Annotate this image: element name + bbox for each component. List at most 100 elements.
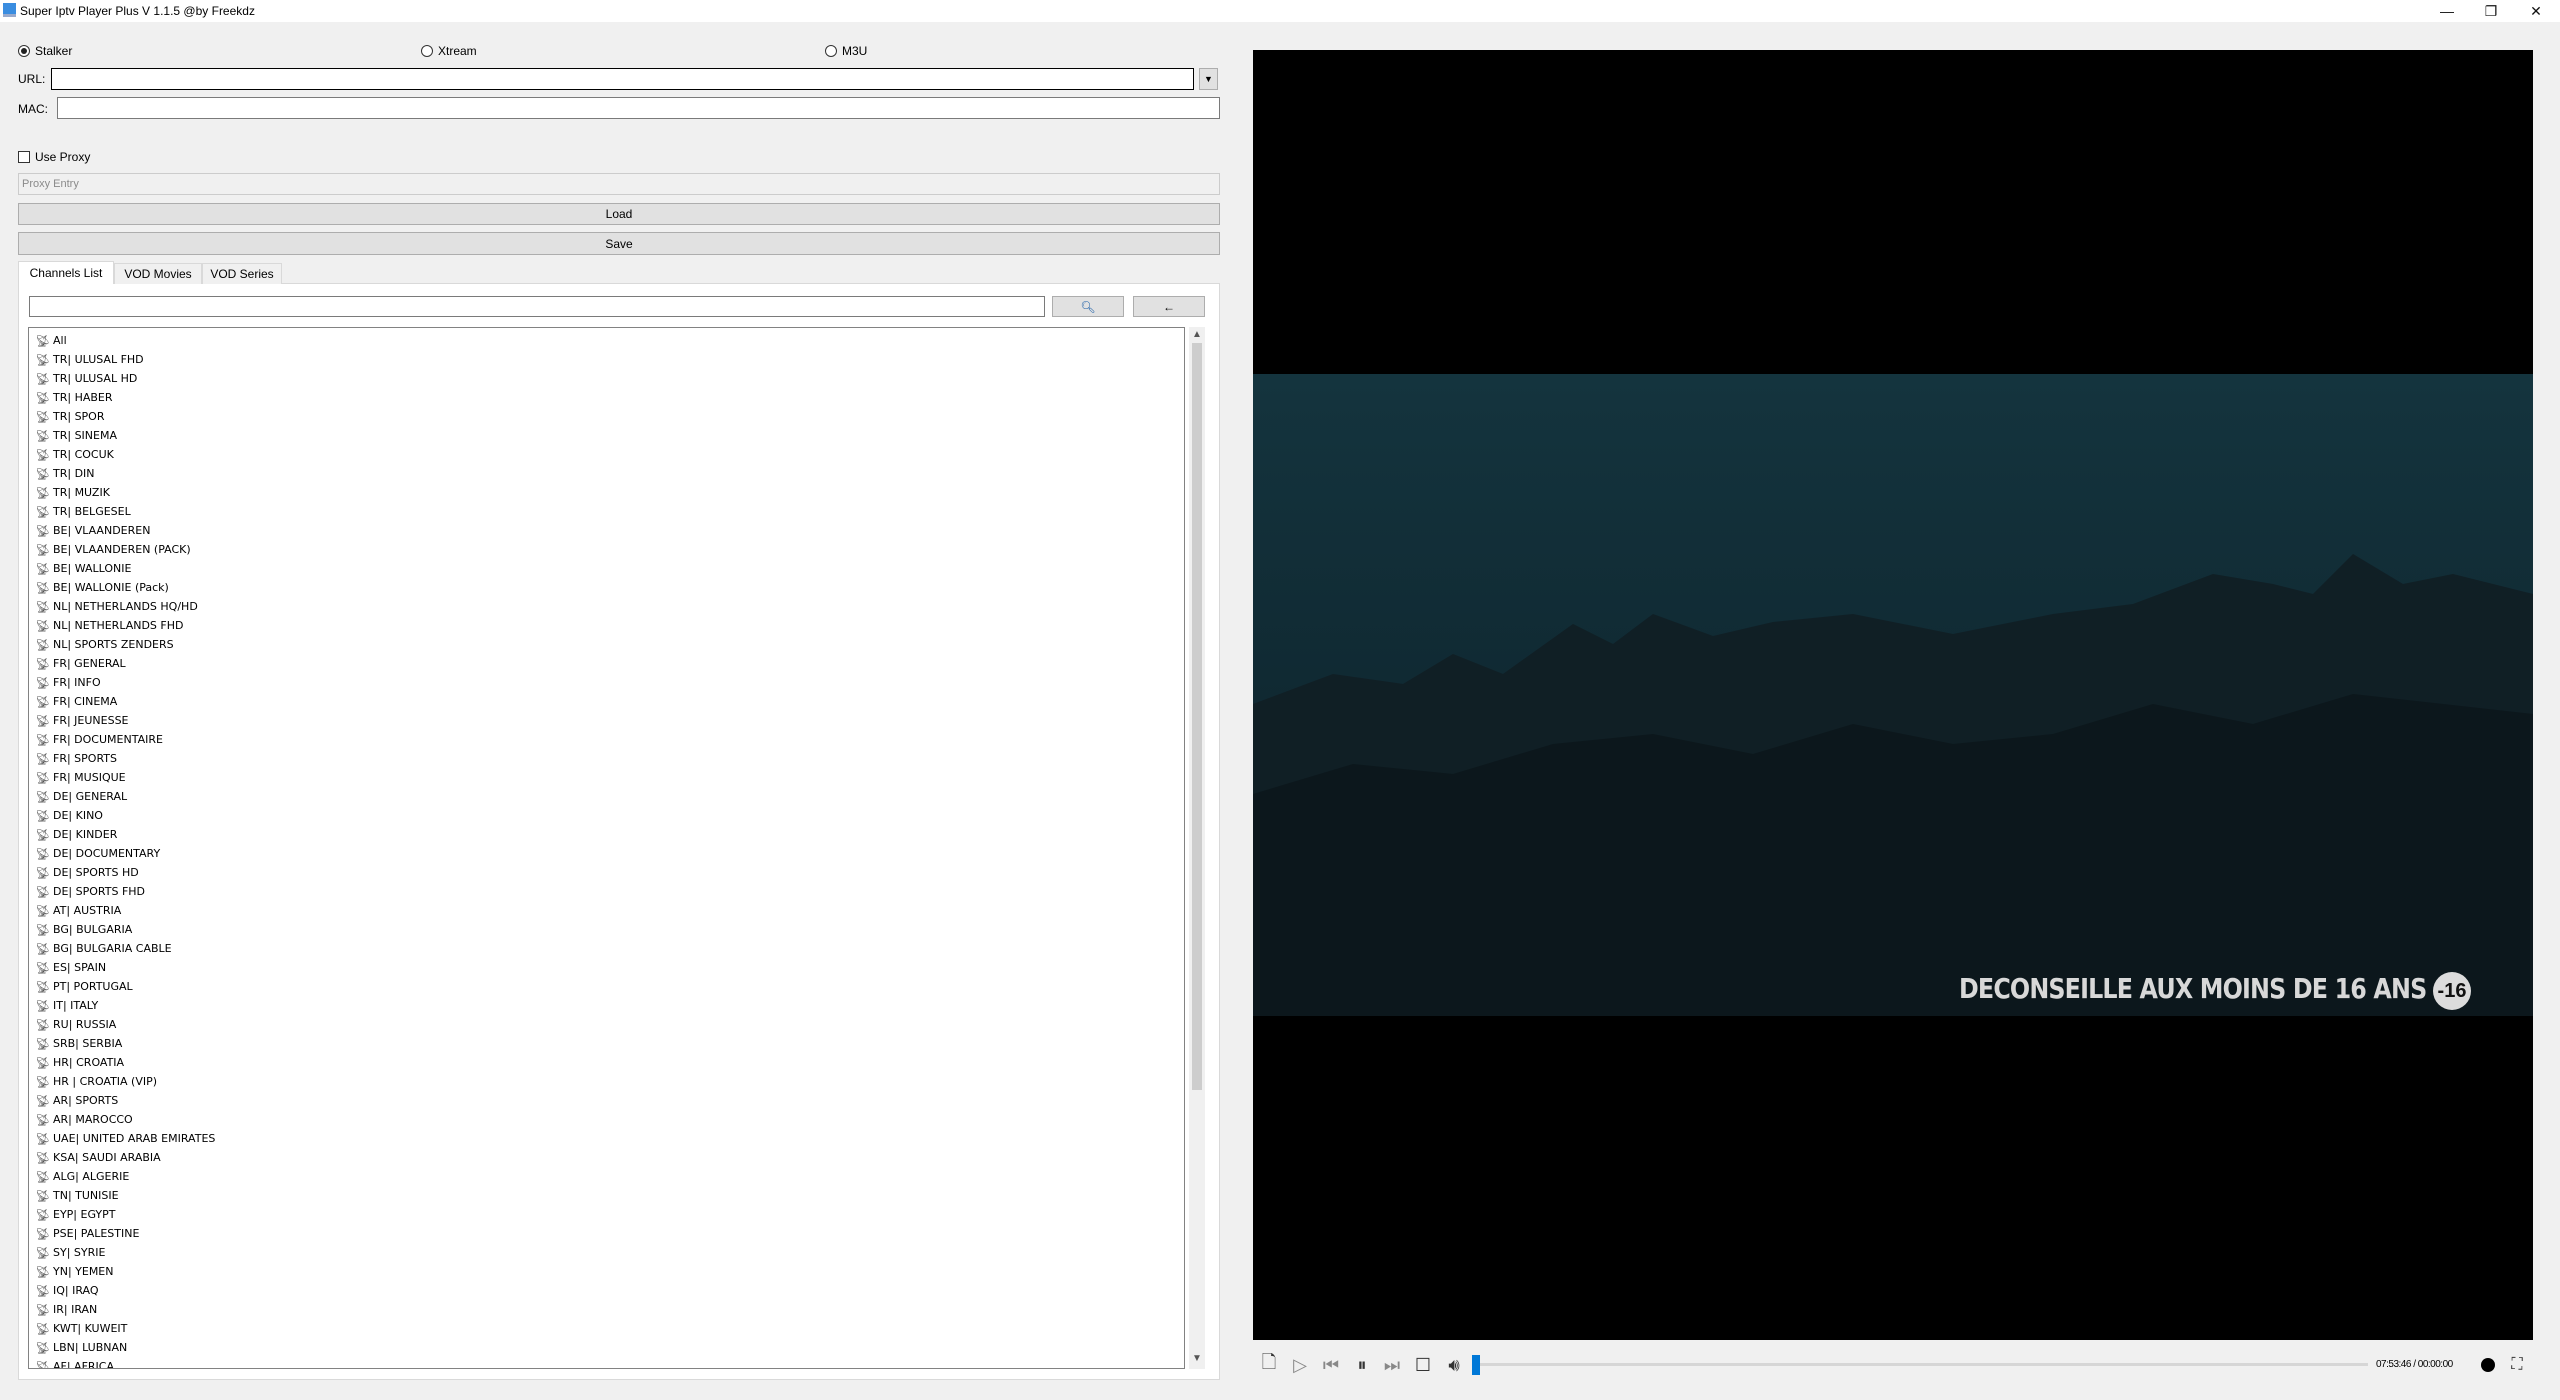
minimize-button[interactable]: — xyxy=(2425,0,2469,22)
channel-group-item[interactable]: 📡︎ EYP| EGYPT xyxy=(29,1205,1184,1224)
channel-group-item[interactable]: 📡︎ FR| INFO xyxy=(29,673,1184,692)
maximize-button[interactable]: ❐ xyxy=(2469,0,2513,22)
tab-vod-movies[interactable]: VOD Movies xyxy=(114,263,202,284)
stop-icon[interactable]: ☐ xyxy=(1412,1354,1434,1376)
previous-icon[interactable]: ⏮︎ xyxy=(1320,1354,1342,1376)
scrollbar-thumb[interactable] xyxy=(1192,343,1202,1090)
channel-group-item[interactable]: 📡︎ TR| HABER xyxy=(29,388,1184,407)
open-file-icon[interactable]: 🗋 xyxy=(1258,1352,1280,1376)
channel-group-label: NL| NETHERLANDS FHD xyxy=(53,619,184,632)
seek-track[interactable] xyxy=(1476,1363,2368,1366)
channel-group-item[interactable]: 📡︎ TN| TUNISIE xyxy=(29,1186,1184,1205)
scroll-up-icon[interactable]: ▲ xyxy=(1192,329,1202,340)
channel-list-scrollbar[interactable]: ▲ ▼ xyxy=(1189,327,1205,1369)
volume-icon[interactable]: 🔊︎ xyxy=(1443,1354,1465,1376)
channel-group-item[interactable]: 📡︎ BE| WALLONIE xyxy=(29,559,1184,578)
channel-list[interactable]: 📡︎ All 📡︎ TR| ULUSAL FHD 📡︎ TR| ULUSAL HD 📡︎ TR… xyxy=(28,327,1185,1369)
pause-icon[interactable]: ⏸︎ xyxy=(1351,1354,1373,1376)
channel-group-item[interactable]: 📡︎ DE| SPORTS FHD xyxy=(29,882,1184,901)
channel-group-item[interactable]: 📡︎ FR| DOCUMENTAIRE xyxy=(29,730,1184,749)
channel-group-item[interactable]: 📡︎ BE| WALLONIE (Pack) xyxy=(29,578,1184,597)
channel-group-item[interactable]: 📡︎ AF| AFRICA xyxy=(29,1357,1184,1369)
channel-group-item[interactable]: 📡︎ TR| SPOR xyxy=(29,407,1184,426)
save-button[interactable]: Save xyxy=(18,232,1220,255)
channel-group-item[interactable]: 📡︎ SRB| SERBIA xyxy=(29,1034,1184,1053)
seek-handle[interactable] xyxy=(1472,1355,1480,1375)
channel-group-item[interactable]: 📡︎ DE| DOCUMENTARY xyxy=(29,844,1184,863)
channel-group-item[interactable]: 📡︎ FR| JEUNESSE xyxy=(29,711,1184,730)
channel-group-label: TR| ULUSAL HD xyxy=(53,372,138,385)
search-button[interactable]: 🔍︎ xyxy=(1052,296,1124,317)
channel-group-item[interactable]: 📡︎ KWT| KUWEIT xyxy=(29,1319,1184,1338)
url-dropdown-button[interactable]: ▼ xyxy=(1199,68,1218,90)
channel-group-label: DE| KINDER xyxy=(53,828,118,841)
radio-m3u[interactable]: M3U xyxy=(825,44,867,58)
channel-group-item[interactable]: 📡︎ YN| YEMEN xyxy=(29,1262,1184,1281)
channel-group-item[interactable]: 📡︎ DE| SPORTS HD xyxy=(29,863,1184,882)
back-button[interactable]: ← xyxy=(1133,296,1205,317)
satellite-dish-icon: 📡︎ xyxy=(35,998,51,1013)
channel-group-item[interactable]: 📡︎ LBN| LUBNAN xyxy=(29,1338,1184,1357)
channel-group-item[interactable]: 📡︎ PSE| PALESTINE xyxy=(29,1224,1184,1243)
rating-badge: -16 xyxy=(2433,972,2471,1010)
video-display[interactable]: DECONSEILLE AUX MOINS DE 16 ANS -16 xyxy=(1253,50,2533,1340)
channel-group-item[interactable]: 📡︎ SY| SYRIE xyxy=(29,1243,1184,1262)
channel-group-label: All xyxy=(53,334,67,347)
mac-input[interactable] xyxy=(57,97,1220,119)
channel-group-item[interactable]: 📡︎ DE| KINDER xyxy=(29,825,1184,844)
channel-group-label: AT| AUSTRIA xyxy=(53,904,122,917)
tab-channels-list[interactable]: Channels List xyxy=(18,261,114,284)
channel-group-item[interactable]: 📡︎ All xyxy=(29,331,1184,350)
channel-group-item[interactable]: 📡︎ TR| ULUSAL HD xyxy=(29,369,1184,388)
channel-group-item[interactable]: 📡︎ ES| SPAIN xyxy=(29,958,1184,977)
channel-group-item[interactable]: 📡︎ AT| AUSTRIA xyxy=(29,901,1184,920)
channel-group-item[interactable]: 📡︎ FR| GENERAL xyxy=(29,654,1184,673)
record-icon[interactable] xyxy=(2481,1358,2495,1372)
channel-search-input[interactable] xyxy=(29,296,1045,317)
channel-group-item[interactable]: 📡︎ NL| NETHERLANDS FHD xyxy=(29,616,1184,635)
channel-group-item[interactable]: 📡︎ DE| KINO xyxy=(29,806,1184,825)
radio-stalker[interactable]: Stalker xyxy=(18,44,72,58)
channel-group-item[interactable]: 📡︎ BG| BULGARIA CABLE xyxy=(29,939,1184,958)
next-icon[interactable]: ⏭︎ xyxy=(1381,1354,1403,1376)
channel-group-item[interactable]: 📡︎ IR| IRAN xyxy=(29,1300,1184,1319)
proxy-entry-input[interactable]: Proxy Entry xyxy=(18,173,1220,195)
channel-group-item[interactable]: 📡︎ NL| SPORTS ZENDERS xyxy=(29,635,1184,654)
channel-group-item[interactable]: 📡︎ DE| GENERAL xyxy=(29,787,1184,806)
fullscreen-icon[interactable]: ⛶ xyxy=(2506,1354,2528,1376)
channel-group-item[interactable]: 📡︎ TR| BELGESEL xyxy=(29,502,1184,521)
channel-group-item[interactable]: 📡︎ FR| SPORTS xyxy=(29,749,1184,768)
channel-group-item[interactable]: 📡︎ HR | CROATIA (VIP) xyxy=(29,1072,1184,1091)
satellite-dish-icon: 📡︎ xyxy=(35,656,51,671)
channel-group-item[interactable]: 📡︎ BE| VLAANDEREN (PACK) xyxy=(29,540,1184,559)
channel-group-item[interactable]: 📡︎ IQ| IRAQ xyxy=(29,1281,1184,1300)
channel-group-item[interactable]: 📡︎ NL| NETHERLANDS HQ/HD xyxy=(29,597,1184,616)
channel-group-item[interactable]: 📡︎ AR| SPORTS xyxy=(29,1091,1184,1110)
channel-group-item[interactable]: 📡︎ ALG| ALGERIE xyxy=(29,1167,1184,1186)
radio-xtream[interactable]: Xtream xyxy=(421,44,477,58)
tab-vod-series[interactable]: VOD Series xyxy=(202,263,282,284)
channel-group-item[interactable]: 📡︎ BG| BULGARIA xyxy=(29,920,1184,939)
play-icon[interactable]: ▷ xyxy=(1289,1354,1311,1376)
channel-group-item[interactable]: 📡︎ TR| SINEMA xyxy=(29,426,1184,445)
channel-group-label: DE| GENERAL xyxy=(53,790,128,803)
close-button[interactable]: ✕ xyxy=(2514,0,2558,22)
channel-group-item[interactable]: 📡︎ FR| MUSIQUE xyxy=(29,768,1184,787)
channel-group-item[interactable]: 📡︎ TR| COCUK xyxy=(29,445,1184,464)
channel-group-item[interactable]: 📡︎ HR| CROATIA xyxy=(29,1053,1184,1072)
channel-group-item[interactable]: 📡︎ TR| ULUSAL FHD xyxy=(29,350,1184,369)
channel-group-item[interactable]: 📡︎ KSA| SAUDI ARABIA xyxy=(29,1148,1184,1167)
channel-group-item[interactable]: 📡︎ PT| PORTUGAL xyxy=(29,977,1184,996)
use-proxy-checkbox[interactable]: Use Proxy xyxy=(18,150,90,164)
channel-group-item[interactable]: 📡︎ RU| RUSSIA xyxy=(29,1015,1184,1034)
load-button[interactable]: Load xyxy=(18,203,1220,225)
channel-group-item[interactable]: 📡︎ FR| CINEMA xyxy=(29,692,1184,711)
channel-group-item[interactable]: 📡︎ AR| MAROCCO xyxy=(29,1110,1184,1129)
channel-group-item[interactable]: 📡︎ BE| VLAANDEREN xyxy=(29,521,1184,540)
url-input[interactable] xyxy=(51,68,1194,90)
channel-group-item[interactable]: 📡︎ TR| MUZIK xyxy=(29,483,1184,502)
channel-group-item[interactable]: 📡︎ TR| DIN xyxy=(29,464,1184,483)
channel-group-item[interactable]: 📡︎ IT| ITALY xyxy=(29,996,1184,1015)
channel-group-item[interactable]: 📡︎ UAE| UNITED ARAB EMIRATES xyxy=(29,1129,1184,1148)
scroll-down-icon[interactable]: ▼ xyxy=(1192,1353,1202,1364)
